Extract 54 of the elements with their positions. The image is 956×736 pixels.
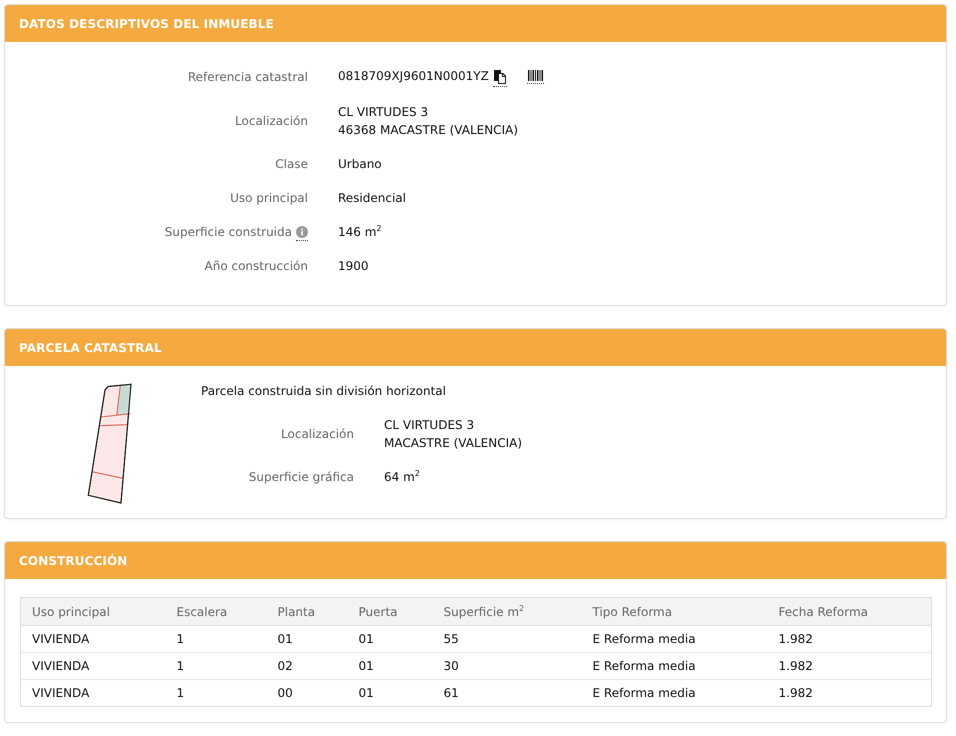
field-label: Referencia catastral — [188, 69, 308, 86]
column-header: Escalera — [166, 598, 266, 626]
table-cell: E Reforma media — [582, 652, 768, 680]
column-header: Tipo Reforma — [582, 598, 768, 626]
table-cell: 02 — [266, 652, 348, 680]
field-label: Localización — [235, 113, 308, 130]
table-cell: 1 — [166, 626, 266, 652]
table-cell: VIVIENDA — [20, 680, 166, 706]
table-cell: 01 — [266, 626, 348, 652]
section-header: DATOS DESCRIPTIVOS DEL INMUEBLE — [5, 5, 946, 42]
table-cell: 1 — [166, 652, 266, 680]
field-value: Residencial — [338, 190, 406, 207]
field-value: CL VIRTUDES 3 46368 MACASTRE (VALENCIA) — [338, 104, 518, 139]
table-cell: 1.982 — [768, 652, 932, 680]
field-value: 1900 — [338, 258, 369, 275]
column-header: Puerta — [348, 598, 432, 626]
field-value: 0818709XJ9601N0001YZ — [338, 68, 489, 85]
field-value: 64 m$^{2}$ — [384, 468, 420, 486]
field-label: Uso principal — [230, 190, 308, 207]
column-header: Uso principal — [20, 598, 166, 626]
field-value: CL VIRTUDES 3 MACASTRE (VALENCIA) — [384, 417, 522, 452]
section-header: PARCELA CATASTRAL — [5, 329, 946, 366]
field-label: Localización — [281, 426, 354, 443]
field-label: Superficie construida — [164, 224, 292, 241]
info-button[interactable] — [296, 226, 308, 240]
barcode-icon — [528, 70, 543, 81]
table-cell: 01 — [348, 626, 432, 652]
table-cell: 61 — [432, 680, 582, 706]
table-cell: VIVIENDA — [20, 626, 166, 652]
field-label: Año construcción — [204, 258, 308, 275]
copy-icon — [494, 70, 506, 84]
table-cell: 01 — [348, 652, 432, 680]
field-value: 146 m$^{2}$ — [338, 223, 382, 241]
field-value: Urbano — [338, 156, 382, 173]
table-cell: 1 — [166, 680, 266, 706]
barcode-button[interactable] — [526, 70, 544, 84]
table-cell: 00 — [266, 680, 348, 706]
table-cell: 01 — [348, 680, 432, 706]
table-cell: E Reforma media — [582, 680, 768, 706]
table-cell: E Reforma media — [582, 626, 768, 652]
table-cell: 55 — [432, 626, 582, 652]
column-header: Superficie m$^{2}$ — [432, 598, 582, 626]
info-icon — [296, 226, 308, 238]
section-header: CONSTRUCCIÓN — [5, 542, 946, 579]
column-header: Planta — [266, 598, 348, 626]
copy-button[interactable] — [492, 70, 507, 87]
parcel-description: Parcela construida sin división horizontal — [201, 383, 447, 400]
column-header: Fecha Reforma — [768, 598, 932, 626]
field-label: Superficie gráfica — [248, 469, 354, 486]
table-cell: 1.982 — [768, 680, 932, 706]
table-cell: VIVIENDA — [20, 652, 166, 680]
table-cell: 30 — [432, 652, 582, 680]
field-label: Clase — [275, 156, 308, 173]
table-cell: 1.982 — [768, 626, 932, 652]
